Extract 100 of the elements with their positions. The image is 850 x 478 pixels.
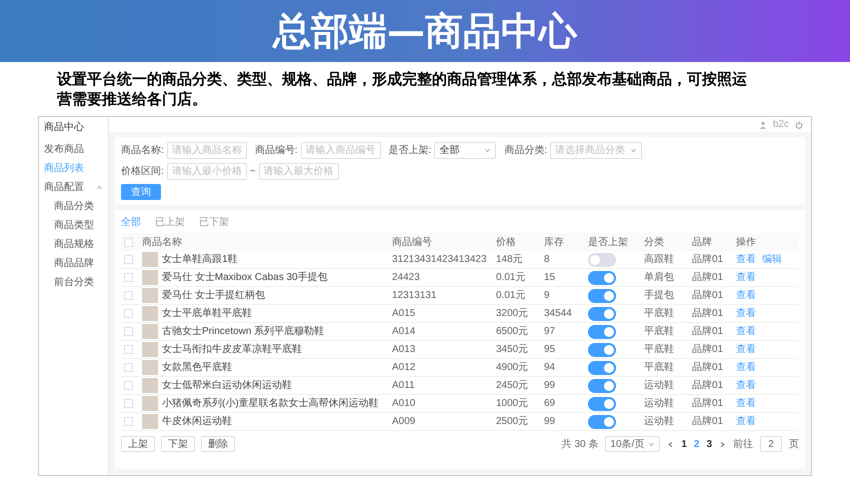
table-cell-text: A015 bbox=[392, 307, 416, 321]
table-cell-text: 15 bbox=[544, 271, 556, 285]
text-field[interactable]: 请输入最大价格 bbox=[258, 163, 339, 180]
table-cell-text: 女士平底单鞋平底鞋 bbox=[162, 306, 252, 321]
checkbox[interactable] bbox=[124, 238, 133, 246]
checkbox[interactable] bbox=[124, 291, 133, 300]
checkbox[interactable] bbox=[124, 309, 133, 318]
toggle-switch[interactable] bbox=[588, 306, 616, 320]
table-cell-text: 平底鞋 bbox=[644, 324, 675, 339]
table-cell-text: 12313131 bbox=[392, 289, 438, 303]
photo-placeholder bbox=[142, 270, 158, 285]
tab[interactable]: 已上架 bbox=[155, 214, 185, 230]
table-cell-text: 24423 bbox=[392, 271, 421, 285]
text-field[interactable]: 请输入商品名称 bbox=[166, 142, 247, 159]
toggle-switch[interactable] bbox=[588, 378, 616, 392]
column-header: 品牌 bbox=[692, 236, 713, 250]
action-link[interactable]: 查看 bbox=[736, 288, 756, 303]
table-cell-text: A013 bbox=[392, 343, 416, 357]
table-cell-text: A010 bbox=[392, 397, 416, 411]
sidebar-subitem[interactable]: 前台分类 bbox=[44, 275, 103, 290]
toggle-switch[interactable] bbox=[588, 396, 616, 410]
checkbox[interactable] bbox=[124, 273, 133, 282]
action-link[interactable]: 查看 bbox=[736, 414, 756, 429]
sidebar-title: 商品中心 bbox=[44, 120, 85, 135]
photo-placeholder bbox=[142, 414, 158, 429]
table-cell-text: 爱马仕 女士手提红柄包 bbox=[162, 288, 265, 303]
table-cell-text: A009 bbox=[392, 415, 416, 429]
toggle-switch[interactable] bbox=[588, 414, 616, 428]
sidebar-item[interactable]: 发布商品 bbox=[44, 142, 103, 157]
goto-suffix: 页 bbox=[789, 438, 799, 452]
power-icon[interactable] bbox=[795, 120, 803, 128]
toggle-switch[interactable] bbox=[588, 252, 616, 266]
action-link[interactable]: 编辑 bbox=[762, 252, 782, 267]
page-input[interactable]: 2 bbox=[760, 436, 782, 452]
text-field[interactable]: 请输入最小价格 bbox=[166, 163, 247, 180]
range-separator: ~ bbox=[250, 165, 256, 179]
action-link[interactable]: 查看 bbox=[736, 360, 756, 375]
page-size-select[interactable]: 10条/页 bbox=[605, 436, 660, 452]
chevron-icon bbox=[96, 184, 103, 191]
checkbox[interactable] bbox=[124, 417, 133, 426]
checkbox[interactable] bbox=[124, 345, 133, 354]
page-number[interactable]: 3 bbox=[706, 436, 712, 452]
column-header: 是否上架 bbox=[588, 236, 629, 250]
bulk-action-button[interactable]: 上架 bbox=[121, 436, 155, 452]
action-link[interactable]: 查看 bbox=[736, 252, 756, 267]
table-cell-text: 69 bbox=[544, 397, 556, 411]
toggle-switch[interactable] bbox=[588, 270, 616, 284]
checkbox[interactable] bbox=[124, 381, 133, 390]
text-field[interactable]: 请输入商品编号 bbox=[300, 142, 381, 159]
checkbox[interactable] bbox=[124, 327, 133, 336]
table-cell-text: 品牌01 bbox=[692, 271, 724, 285]
toggle-switch[interactable] bbox=[588, 342, 616, 356]
checkbox[interactable] bbox=[124, 363, 133, 372]
table-cell-text: 品牌01 bbox=[692, 307, 724, 321]
toggle-switch[interactable] bbox=[588, 324, 616, 338]
table-cell-text: 品牌01 bbox=[692, 415, 724, 429]
action-link[interactable]: 查看 bbox=[736, 396, 756, 411]
column-header: 库存 bbox=[544, 236, 565, 250]
action-link[interactable]: 查看 bbox=[736, 378, 756, 393]
table-cell-text: 品牌01 bbox=[692, 361, 724, 375]
sidebar-item[interactable]: 商品配置 bbox=[44, 180, 103, 195]
tab[interactable]: 已下架 bbox=[199, 214, 229, 230]
sidebar-item[interactable]: 商品列表 bbox=[44, 161, 103, 176]
user-name: b2c bbox=[772, 118, 789, 132]
table-cell-text: 品牌01 bbox=[692, 289, 724, 303]
table-cell-text: 品牌01 bbox=[692, 379, 724, 393]
action-link[interactable]: 查看 bbox=[736, 324, 756, 339]
checkbox[interactable] bbox=[124, 255, 133, 264]
search-button[interactable]: 查询 bbox=[121, 184, 161, 200]
table-cell-text: 3200元 bbox=[496, 307, 530, 321]
action-link[interactable]: 查看 bbox=[736, 306, 756, 321]
sidebar-subitem[interactable]: 商品规格 bbox=[44, 237, 103, 252]
table-cell-text: 6500元 bbox=[496, 325, 530, 339]
sidebar-subitem[interactable]: 商品品牌 bbox=[44, 256, 103, 271]
action-link[interactable]: 查看 bbox=[736, 342, 756, 357]
action-link[interactable]: 查看 bbox=[736, 270, 756, 285]
table-cell-text: 女款黑色平底鞋 bbox=[162, 360, 232, 375]
table-cell-text: 1000元 bbox=[496, 397, 530, 411]
chevron-right-icon[interactable] bbox=[719, 440, 726, 448]
toggle-switch[interactable] bbox=[588, 288, 616, 302]
toggle-switch[interactable] bbox=[588, 360, 616, 374]
select-field[interactable]: 请选择商品分类 bbox=[550, 142, 642, 159]
bulk-action-button[interactable]: 下架 bbox=[161, 436, 195, 452]
table-cell-text: 95 bbox=[544, 343, 556, 357]
table-cell-text: 女士马衔扣牛皮皮革凉鞋平底鞋 bbox=[162, 342, 302, 357]
table-cell-text: 2500元 bbox=[496, 415, 530, 429]
checkbox[interactable] bbox=[124, 399, 133, 408]
filter-label: 是否上架: bbox=[388, 144, 432, 158]
photo-placeholder bbox=[142, 306, 158, 321]
chevron-left-icon[interactable] bbox=[667, 440, 674, 448]
page-number[interactable]: 2 bbox=[694, 436, 700, 452]
select-field[interactable]: 全部 bbox=[434, 142, 496, 159]
bulk-action-button[interactable]: 删除 bbox=[201, 436, 235, 452]
sidebar-subitem[interactable]: 商品分类 bbox=[44, 199, 103, 214]
table-cell-text: 平底鞋 bbox=[644, 360, 675, 375]
sidebar-subitem[interactable]: 商品类型 bbox=[44, 218, 103, 233]
page-number[interactable]: 1 bbox=[681, 436, 687, 452]
tab[interactable]: 全部 bbox=[121, 214, 141, 230]
table-cell-text: 平底鞋 bbox=[644, 342, 675, 357]
table-cell-text: 4900元 bbox=[496, 361, 530, 375]
